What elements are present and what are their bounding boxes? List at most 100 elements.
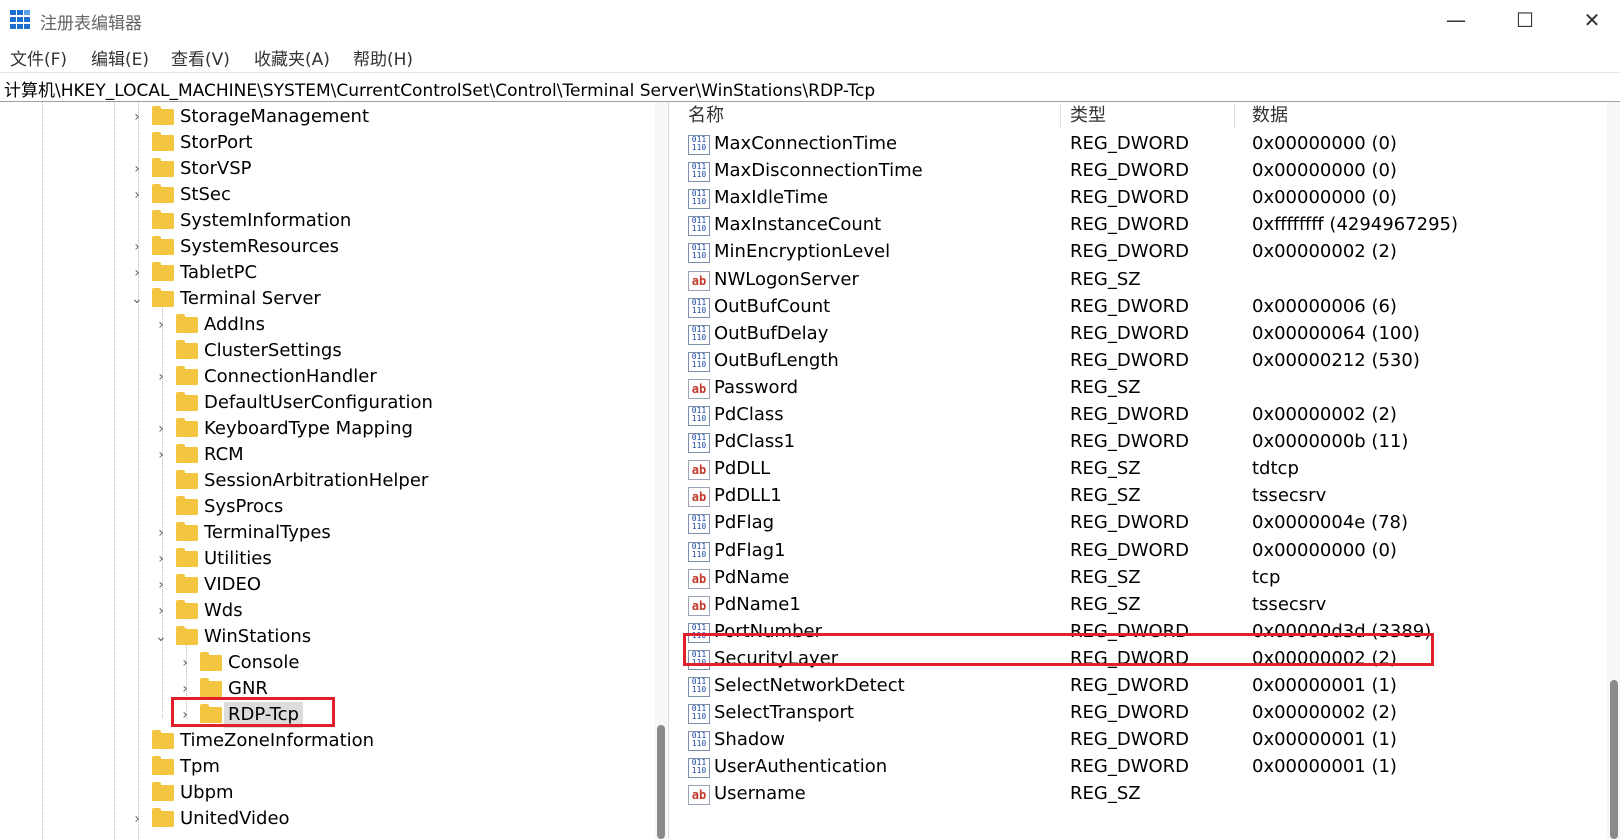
chevron-right-icon[interactable]: ›	[154, 520, 168, 546]
value-name: SelectNetworkDetect	[714, 675, 905, 696]
value-row[interactable]: ab Password REG_SZ	[672, 374, 1612, 402]
value-row[interactable]: 011 110 MaxDisconnectionTime REG_DWORD 0x00…	[672, 157, 1612, 185]
value-row[interactable]: ab PdDLL1 REG_SZ tssecsrv	[672, 482, 1612, 510]
tree-node-label: ClusterSettings	[204, 340, 342, 361]
value-row[interactable]: 011 110 OutBufLength REG_DWORD 0x00000212 (…	[672, 347, 1612, 375]
menu-view[interactable]: 查看(V)	[171, 45, 230, 70]
values-list-pane[interactable]: 名称 类型 数据 011 110 MaxConnectionTime REG_DWO…	[672, 102, 1620, 839]
dword-value-icon: 011 110	[688, 325, 710, 345]
value-data: 0x00000000 (0)	[1252, 160, 1397, 181]
value-data: tcp	[1252, 567, 1281, 588]
tree-node-label: RCM	[204, 444, 244, 465]
chevron-right-icon[interactable]: ›	[130, 806, 144, 832]
tree-node-label: Terminal Server	[180, 288, 321, 309]
value-row[interactable]: 011 110 MinEncryptionLevel REG_DWORD 0x0000…	[672, 238, 1612, 266]
chevron-right-icon[interactable]: ›	[130, 104, 144, 130]
string-value-icon: ab	[688, 596, 710, 616]
dword-value-icon: 011 110	[688, 243, 710, 263]
value-name: Username	[714, 783, 806, 804]
value-row[interactable]: ab PdName REG_SZ tcp	[672, 564, 1612, 592]
value-data: tssecsrv	[1252, 594, 1327, 615]
folder-icon	[152, 782, 174, 801]
column-header-data[interactable]: 数据	[1252, 102, 1288, 130]
value-row[interactable]: 011 110 PdClass1 REG_DWORD 0x0000000b (11)	[672, 428, 1612, 456]
chevron-right-icon[interactable]: ›	[154, 312, 168, 338]
value-row[interactable]: ab PdName1 REG_SZ tssecsrv	[672, 591, 1612, 619]
address-bar[interactable]: 计算机\HKEY_LOCAL_MACHINE\SYSTEM\CurrentCon…	[0, 72, 1620, 102]
value-row[interactable]: 011 110 SelectTransport REG_DWORD 0x0000000…	[672, 699, 1612, 727]
tree-node-label: ConnectionHandler	[204, 366, 377, 387]
folder-icon	[176, 600, 198, 619]
tree-node-label: SessionArbitrationHelper	[204, 470, 429, 491]
chevron-right-icon[interactable]: ›	[130, 156, 144, 182]
chevron-right-icon[interactable]: ›	[154, 572, 168, 598]
chevron-right-icon[interactable]: ›	[130, 260, 144, 286]
value-row[interactable]: 011 110 OutBufCount REG_DWORD 0x00000006 (6…	[672, 293, 1612, 321]
value-data: 0x00000212 (530)	[1252, 350, 1420, 371]
value-data: tssecsrv	[1252, 485, 1327, 506]
chevron-down-icon[interactable]: ⌄	[154, 624, 168, 650]
string-value-icon: ab	[688, 271, 710, 291]
tree-scrollbar-thumb[interactable]	[657, 725, 665, 839]
key-tree-pane[interactable]: › StorageManagement StorPort › StorVSP › StSec…	[0, 102, 669, 839]
chevron-right-icon[interactable]: ›	[154, 416, 168, 442]
value-row[interactable]: 011 110 PdFlag REG_DWORD 0x0000004e (78)	[672, 509, 1612, 537]
value-row[interactable]: 011 110 UserAuthentication REG_DWORD 0x0000…	[672, 753, 1612, 781]
value-name: OutBufDelay	[714, 323, 829, 344]
folder-icon	[152, 262, 174, 281]
chevron-right-icon[interactable]: ›	[130, 234, 144, 260]
column-divider[interactable]	[1060, 104, 1061, 128]
folder-icon	[152, 184, 174, 203]
value-type: REG_DWORD	[1070, 241, 1190, 262]
value-row[interactable]: 011 110 PdFlag1 REG_DWORD 0x00000000 (0)	[672, 537, 1612, 565]
value-type: REG_DWORD	[1070, 350, 1190, 371]
chevron-right-icon[interactable]: ›	[178, 650, 192, 676]
folder-icon	[176, 548, 198, 567]
value-row[interactable]: 011 110 MaxIdleTime REG_DWORD 0x00000000 (0…	[672, 184, 1612, 212]
address-path[interactable]: 计算机\HKEY_LOCAL_MACHINE\SYSTEM\CurrentCon…	[4, 76, 875, 101]
value-row[interactable]: 011 110 MaxInstanceCount REG_DWORD 0xffffff…	[672, 211, 1612, 239]
value-data: 0x00000006 (6)	[1252, 296, 1397, 317]
chevron-down-icon[interactable]: ⌄	[130, 286, 144, 312]
column-divider[interactable]	[1234, 104, 1235, 128]
tree-node-label: TimeZoneInformation	[180, 730, 375, 751]
string-value-icon: ab	[688, 569, 710, 589]
column-header-type[interactable]: 类型	[1070, 102, 1106, 130]
value-row[interactable]: 011 110 MaxConnectionTime REG_DWORD 0x00000…	[672, 130, 1612, 158]
value-row[interactable]: ab PdDLL REG_SZ tdtcp	[672, 455, 1612, 483]
menu-help[interactable]: 帮助(H)	[353, 45, 413, 70]
column-header-name[interactable]: 名称	[688, 102, 724, 130]
chevron-right-icon[interactable]: ›	[154, 442, 168, 468]
maximize-button[interactable]: ☐	[1495, 0, 1555, 40]
tree-node-label: UnitedVideo	[180, 808, 290, 829]
value-type: REG_DWORD	[1070, 540, 1190, 561]
value-row[interactable]: 011 110 SelectNetworkDetect REG_DWORD 0x000…	[672, 672, 1612, 700]
chevron-right-icon[interactable]: ›	[154, 364, 168, 390]
tree-node-label: Utilities	[204, 548, 272, 569]
title-bar: 注册表编辑器 — ☐ ✕	[0, 0, 1620, 40]
value-row[interactable]: 011 110 PdClass REG_DWORD 0x00000002 (2)	[672, 401, 1612, 429]
folder-icon	[176, 496, 198, 515]
menu-edit[interactable]: 编辑(E)	[91, 45, 149, 70]
value-type: REG_DWORD	[1070, 675, 1190, 696]
tree-node-label: StSec	[180, 184, 231, 205]
value-row[interactable]: ab NWLogonServer REG_SZ	[672, 266, 1612, 294]
menu-favorites[interactable]: 收藏夹(A)	[254, 45, 330, 70]
value-row[interactable]: 011 110 Shadow REG_DWORD 0x00000001 (1)	[672, 726, 1612, 754]
list-scrollbar-thumb[interactable]	[1610, 680, 1618, 839]
chevron-right-icon[interactable]: ›	[154, 598, 168, 624]
folder-icon	[176, 574, 198, 593]
close-button[interactable]: ✕	[1562, 0, 1620, 40]
value-row[interactable]: 011 110 OutBufDelay REG_DWORD 0x00000064 (1…	[672, 320, 1612, 348]
tree-node-label: TerminalTypes	[204, 522, 331, 543]
chevron-right-icon[interactable]: ›	[154, 546, 168, 572]
value-name: PdClass1	[714, 431, 796, 452]
menu-file[interactable]: 文件(F)	[10, 45, 67, 70]
minimize-button[interactable]: —	[1426, 0, 1486, 40]
value-data: 0xffffffff (4294967295)	[1252, 214, 1458, 235]
folder-icon	[176, 366, 198, 385]
chevron-right-icon[interactable]: ›	[130, 182, 144, 208]
tree-node-label: Tpm	[180, 756, 220, 777]
value-row[interactable]: ab Username REG_SZ	[672, 780, 1612, 808]
value-data: 0x00000002 (2)	[1252, 241, 1397, 262]
